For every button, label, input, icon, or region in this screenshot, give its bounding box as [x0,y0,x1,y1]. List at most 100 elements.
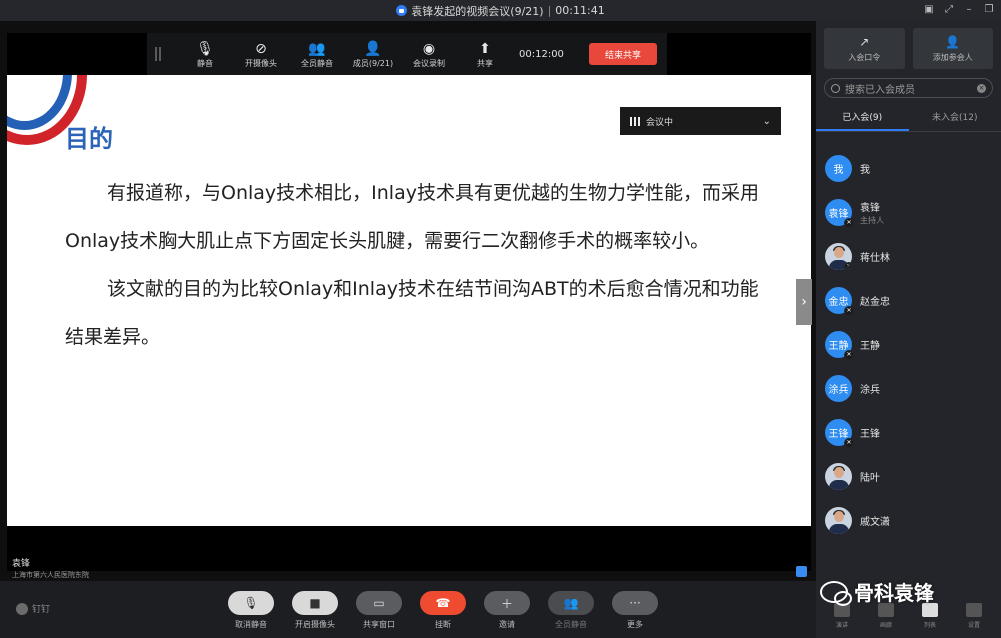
gear-icon [966,603,982,617]
elapsed-time: 00:11:41 [555,4,605,17]
mic-muted-icon: ✕ [844,305,854,316]
speaker-name: 袁锋 [12,559,31,569]
dingtalk-icon [16,602,28,615]
settings-button[interactable]: 设置 [954,603,994,629]
share-label: 共享 [477,58,493,68]
record-label: 会议录制 [413,58,445,68]
camera-on-button[interactable]: ■ 开启摄像头 [292,591,338,630]
member-name: 赵金忠 [860,296,890,308]
members-button[interactable]: 👤 成员(9/21) [345,40,401,69]
add-participant-label: 添加参会人 [932,52,973,62]
more-icon: ··· [612,591,658,615]
tab-joined[interactable]: 已入会(9) [816,106,909,131]
slide-body: 有报道称，与Onlay技术相比，Inlay技术具有更优越的生物力学性能，而采用O… [65,169,765,361]
list-item[interactable]: 我 我 [816,146,1001,190]
drag-handle[interactable] [155,47,161,61]
mute-all-toolbar-button[interactable]: 👥 全员静音 [548,591,594,630]
slide-paragraph-2: 该文献的目的为比较Onlay和Inlay技术在结节间沟ABT的术后愈合情况和功能… [65,278,759,348]
speaker-view-button[interactable]: 演讲 [822,603,862,629]
record-button[interactable]: ◉ 会议录制 [401,40,457,69]
maximize-icon[interactable]: ❐ [983,3,995,15]
unmute-label: 取消静音 [235,620,267,629]
list-item[interactable]: 金忠 ✕ 赵金忠 [816,278,1001,322]
chevron-right-icon: › [801,294,807,310]
mic-off-icon: 🎙 [228,591,274,615]
list-item[interactable]: ✕ 蒋仕林 [816,234,1001,278]
chevron-down-icon: ⌄ [762,115,771,127]
list-item[interactable]: 戚文潇 [816,498,1001,542]
gallery-view-button[interactable]: 画廊 [866,603,906,629]
search-icon [831,83,840,93]
invite-label: 邀请 [499,620,515,629]
record-icon: ◉ [422,40,436,57]
bottom-strip [7,526,811,571]
members-label: 成员(9/21) [352,58,394,68]
main-area: 🎙 静音 ⊘ 开摄像头 👥 全员静音 👤 成员(9/21) ◉ 会议录制 ⬆ 共… [0,21,816,581]
camera-on-label: 开启摄像头 [295,620,335,629]
meeting-status-pill[interactable]: 会议中 ⌄ [620,107,781,135]
avatar: 金忠 ✕ [825,286,854,316]
clear-icon[interactable]: × [977,83,986,93]
more-label: 更多 [627,620,643,629]
share-screen-icon: ⬆ [479,40,491,57]
sidebar-actions: ↗ 入会口令 👤 添加参会人 [816,21,1001,76]
mic-muted-icon: ✕ [844,217,854,228]
member-search-input[interactable]: 搜索已入会成员 × [824,78,993,98]
list-item[interactable]: 王锋 ✕ 王锋 [816,410,1001,454]
member-role: 主持人 [860,215,884,225]
more-button[interactable]: ··· 更多 [612,591,658,630]
share-window-button[interactable]: ▭ 共享窗口 [356,591,402,630]
end-share-button[interactable]: 结束共享 [589,43,657,65]
settings-label: 设置 [967,622,980,629]
invite-icon: ＋ [484,591,530,615]
mute-all-label: 全员静音 [301,58,333,68]
mute-all-button[interactable]: 👥 全员静音 [289,40,345,69]
fullscreen-icon[interactable]: ⤢ [943,3,955,15]
mute-label: 静音 [197,58,213,68]
tab-not-joined[interactable]: 未入会(12) [909,106,1001,131]
collapse-sidebar-button[interactable]: › [796,279,812,325]
list-label: 列表 [923,622,936,629]
mute-all-icon: 👥 [308,40,326,57]
share-control-bar: 🎙 静音 ⊘ 开摄像头 👥 全员静音 👤 成员(9/21) ◉ 会议录制 ⬆ 共… [147,33,667,75]
list-item[interactable]: 涂兵 涂兵 [816,366,1001,410]
share-window-label: 共享窗口 [363,620,395,629]
share-link-icon: ↗ [859,34,870,49]
member-name: 戚文潇 [860,516,890,528]
unmute-button[interactable]: 🎙 取消静音 [228,591,274,630]
camera-button[interactable]: ⊘ 开摄像头 [233,40,289,69]
slide-paragraph-1: 有报道称，与Onlay技术相比，Inlay技术具有更优越的生物力学性能，而采用O… [65,182,759,252]
join-code-button[interactable]: ↗ 入会口令 [824,28,905,69]
avatar: 王静 ✕ [825,330,854,360]
mute-all-toolbar-label: 全员静音 [555,620,587,629]
list-view-button[interactable]: 列表 [910,603,950,629]
phone-hangup-icon: ☎ [420,591,466,615]
member-name: 我 [860,164,870,176]
hangup-button[interactable]: ☎ 挂断 [420,591,466,630]
signal-icon [630,116,640,126]
share-button[interactable]: ⬆ 共享 [457,40,513,69]
microphone-icon: 🎙 [196,40,214,57]
join-code-label: 入会口令 [848,52,881,62]
member-name: 蒋仕林 [860,252,890,264]
list-item[interactable]: 陆叶 [816,454,1001,498]
member-list: 我 我 袁锋 ✕ 袁锋 主持人 ✕ 蒋仕林 金忠 ✕ 赵金忠 王静 ✕ 王静 涂兵 涂兵… [816,146,1001,542]
avatar-text: 袁锋 [828,208,849,220]
list-item[interactable]: 袁锋 ✕ 袁锋 主持人 [816,190,1001,234]
title-separator: | [547,4,552,17]
avatar-text: 王静 [828,340,849,352]
invite-button[interactable]: ＋ 邀请 [484,591,530,630]
camera-off-icon: ⊘ [255,40,267,57]
minimize-icon[interactable]: – [963,3,975,15]
mute-button[interactable]: 🎙 静音 [177,40,233,69]
chat-icon[interactable] [796,566,807,577]
add-user-icon: 👤 [945,34,961,49]
member-tabs: 已入会(9) 未入会(12) [816,106,1001,132]
add-participant-button[interactable]: 👤 添加参会人 [912,28,993,69]
mute-all-icon: 👥 [548,591,594,615]
list-item[interactable]: 王静 ✕ 王静 [816,322,1001,366]
pip-icon[interactable]: ▣ [923,3,935,15]
wechat-icon [820,580,852,606]
window-controls: ▣ ⤢ – ❐ [923,3,995,15]
avatar [825,462,852,490]
